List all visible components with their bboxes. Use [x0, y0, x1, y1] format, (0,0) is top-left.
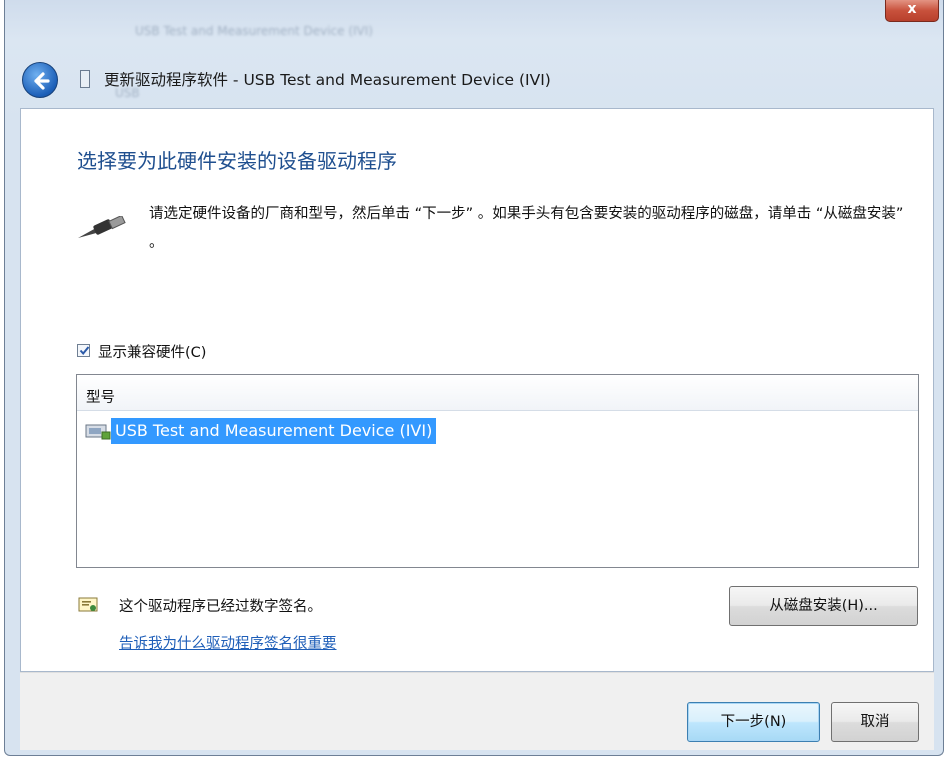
show-compatible-checkbox[interactable]	[77, 344, 90, 357]
model-list[interactable]: 型号 USB Test and Measurement Device (IVI)	[76, 374, 919, 568]
model-column-label: 型号	[86, 390, 115, 406]
model-column-header[interactable]: 型号	[77, 375, 918, 411]
back-button[interactable]	[22, 62, 58, 98]
close-icon: x	[907, 1, 917, 17]
cancel-button[interactable]: 取消	[831, 702, 919, 742]
checkmark-icon	[79, 346, 90, 356]
show-compatible-label[interactable]: 显示兼容硬件(C)	[98, 341, 206, 362]
have-disk-button[interactable]: 从磁盘安装(H)...	[729, 586, 918, 626]
instruction-text: 请选定硬件设备的厂商和型号，然后单击 “下一步” 。如果手头有包含要安装的驱动程…	[149, 206, 904, 251]
background-text: USB Test and Measurement Device (IVI)	[135, 24, 373, 38]
device-icon	[85, 424, 111, 440]
list-item-selected[interactable]: USB Test and Measurement Device (IVI)	[111, 418, 437, 444]
signature-info-link[interactable]: 告诉我为什么驱动程序签名很重要	[119, 632, 337, 653]
back-arrow-icon	[34, 72, 50, 90]
close-button[interactable]: x	[885, 0, 939, 22]
usb-plug-icon	[78, 216, 126, 238]
next-button[interactable]: 下一步(N)	[687, 702, 820, 742]
certificate-icon	[78, 597, 98, 612]
device-manager-icon	[80, 70, 90, 88]
signature-status-text: 这个驱动程序已经过数字签名。	[119, 599, 322, 615]
page-heading: 选择要为此硬件安装的设备驱动程序	[77, 149, 397, 173]
window-title: 更新驱动程序软件 - USB Test and Measurement Devi…	[104, 71, 551, 89]
